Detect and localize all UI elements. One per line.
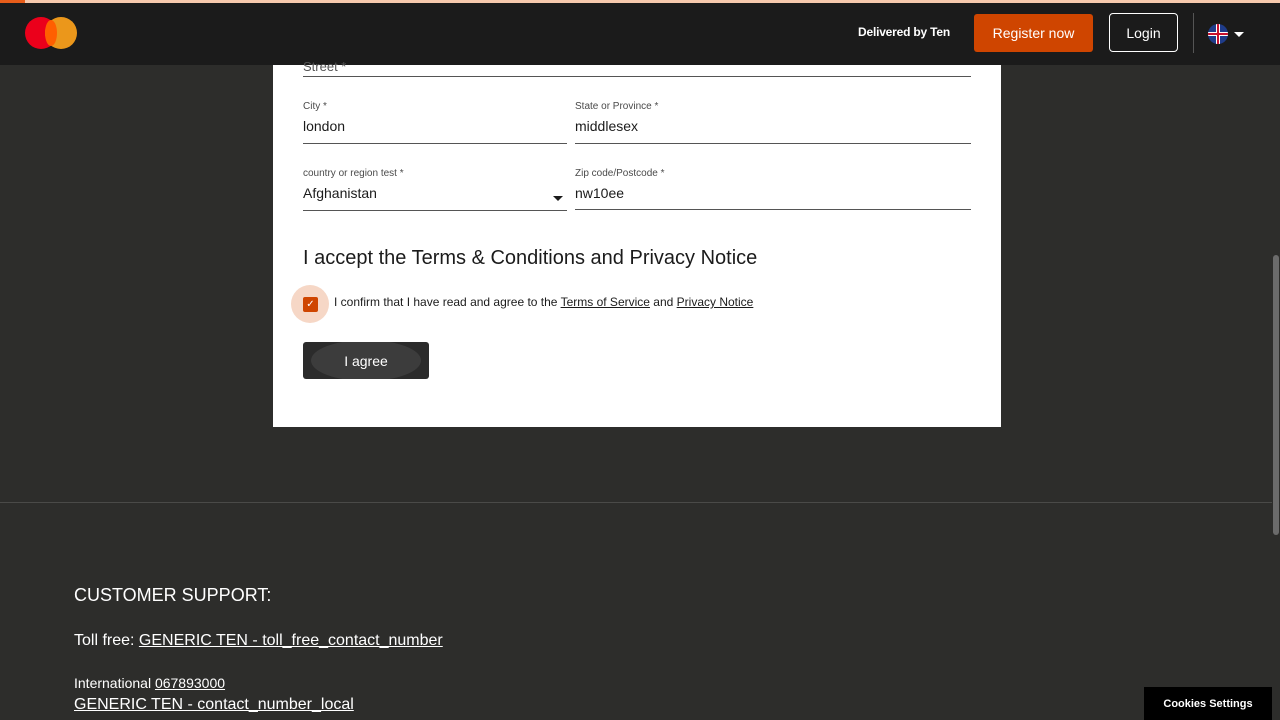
privacy-notice-link[interactable]: Privacy Notice [677,295,754,309]
terms-heading: I accept the Terms & Conditions and Priv… [303,247,758,269]
scrollbar-thumb[interactable] [1273,255,1279,535]
and-text: and [649,295,677,309]
delivered-by-text: Delivered by Ten [858,25,950,39]
terms-of-service-link[interactable]: Terms of Service [561,295,650,309]
local-contact-link[interactable]: GENERIC TEN - contact_number_local [74,696,354,713]
international-label: International [74,675,155,691]
street-label: Street * [303,59,347,74]
toll-free-link[interactable]: GENERIC TEN - toll_free_contact_number [139,632,443,649]
registration-form-card: Street * City * london State or Province… [273,59,1001,427]
zip-label: Zip code/Postcode * [575,168,665,179]
state-input[interactable]: middlesex [575,118,971,134]
local-contact-row: GENERIC TEN - contact_number_local [74,696,354,714]
confirm-prefix: I confirm that I have read and agree to … [334,295,561,309]
state-field[interactable]: State or Province * middlesex [575,101,971,144]
country-select[interactable]: country or region test * Afghanistan [303,168,567,211]
toll-free-label: Toll free: [74,632,139,649]
chevron-down-icon [1234,31,1244,37]
header-divider [1193,13,1194,53]
international-row: International 067893000 [74,675,225,691]
footer-divider [0,502,1272,503]
page-scrollbar[interactable] [1272,65,1280,720]
customer-support-heading: CUSTOMER SUPPORT: [74,585,272,605]
zip-input[interactable]: nw10ee [575,185,971,201]
city-field[interactable]: City * london [303,101,567,144]
confirm-text: I confirm that I have read and agree to … [334,295,753,309]
site-header: Delivered by Ten Register now Login [0,3,1280,65]
login-button[interactable]: Login [1109,13,1178,52]
i-agree-button[interactable]: I agree [303,342,429,379]
street-field-underline [303,76,971,77]
register-now-button[interactable]: Register now [974,14,1093,52]
international-number-link[interactable]: 067893000 [155,675,225,691]
city-label: City * [303,101,327,112]
city-input[interactable]: london [303,118,567,134]
zip-field[interactable]: Zip code/Postcode * nw10ee [575,168,971,210]
mastercard-logo[interactable] [25,17,79,49]
country-value[interactable]: Afghanistan [303,185,567,201]
language-selector[interactable] [1208,23,1248,45]
dropdown-arrow-icon[interactable] [553,196,563,201]
cookies-settings-button[interactable]: Cookies Settings [1144,687,1272,720]
toll-free-row: Toll free: GENERIC TEN - toll_free_conta… [74,632,443,650]
state-label: State or Province * [575,101,659,112]
country-label: country or region test * [303,168,404,179]
uk-flag-icon [1208,24,1228,44]
agree-checkbox[interactable]: ✓ [303,297,318,312]
i-agree-label: I agree [344,352,388,369]
